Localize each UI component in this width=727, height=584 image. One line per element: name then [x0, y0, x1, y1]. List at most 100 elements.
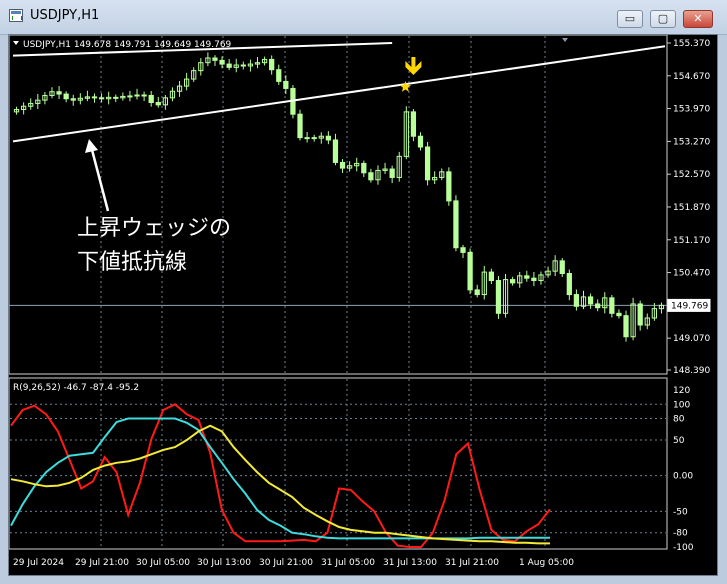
candle-body-bear — [417, 135, 424, 148]
candle-body-bear — [113, 96, 119, 99]
indicator-tick-label: 0.00 — [673, 472, 693, 482]
price-tick-label: 148.390 — [673, 366, 710, 376]
candle-body-bear — [474, 289, 480, 296]
candle-body-bear — [389, 168, 395, 178]
candle-body-bear — [424, 146, 431, 181]
candle-body-bear — [595, 303, 601, 309]
main-panel-border — [9, 35, 668, 375]
candle-body-bear — [283, 80, 289, 89]
candle-body-bear — [70, 98, 76, 101]
candle-body-bull — [127, 95, 133, 98]
price-tick-label: 151.170 — [673, 236, 710, 246]
indicator-tick-label: -80 — [673, 529, 688, 539]
indicator-tick-label: 120 — [673, 386, 690, 396]
annotation-arrow — [89, 145, 110, 212]
candle-body-bear — [453, 200, 459, 249]
candle-body-bear — [148, 94, 154, 103]
candle-body-bear — [276, 69, 282, 82]
candle-body-bear — [63, 93, 69, 100]
price-chart[interactable]: 155.370 154.670 153.970 153.270 152.570 151.8… — [9, 35, 717, 575]
annotation-line-1: 上昇ウェッジの — [77, 216, 231, 241]
current-price-tag: 149.769 — [667, 298, 711, 312]
shift-marker-icon[interactable] — [562, 38, 568, 42]
time-axis: 29 Jul 2024 29 Jul 21:00 30 Jul 05:00 30 Ju… — [13, 558, 574, 568]
candle-body-bear — [212, 57, 218, 61]
candle-body-bear — [495, 280, 502, 314]
wedge-lower-trendline[interactable] — [12, 45, 666, 143]
annotation-arrowhead — [85, 139, 98, 153]
minimize-button[interactable]: ▭ — [617, 10, 643, 28]
candle-body-bear — [410, 111, 417, 137]
time-tick-label: 30 Jul 21:00 — [259, 558, 313, 568]
price-tick-label: 153.970 — [673, 105, 710, 115]
candle-body-bear — [155, 101, 161, 106]
candle-body-bear — [559, 260, 565, 274]
candle-body-bear — [524, 275, 530, 279]
indicator-tick-label: -100 — [673, 543, 694, 553]
time-tick-label: 29 Jul 2024 — [13, 558, 64, 568]
candle-body-bear — [332, 139, 339, 163]
candle-body-bear — [269, 58, 275, 71]
window-title: USDJPY,H1 — [30, 8, 100, 23]
app-window: USDJPY,H1 ▭ ▢ ✕ 155.370 154.670 153.970 153… — [0, 0, 727, 584]
candle-body-bear — [91, 96, 98, 99]
price-tick-label: 149.070 — [673, 334, 710, 344]
indicator-grid — [10, 379, 666, 548]
candle-body-bear — [56, 91, 62, 95]
down-arrow-icon — [405, 56, 422, 75]
candle-body-bear — [460, 247, 466, 253]
close-button[interactable]: ✕ — [683, 10, 713, 28]
candle-body-bear — [510, 279, 516, 284]
rsi-line-r26 — [10, 417, 550, 540]
signal-markers — [399, 56, 422, 92]
time-tick-label: 31 Jul 05:00 — [321, 558, 375, 568]
chart-area[interactable]: 155.370 154.670 153.970 153.270 152.570 151.8… — [8, 34, 718, 576]
candle-body-bear — [339, 161, 346, 169]
title-bar[interactable]: USDJPY,H1 ▭ ▢ ✕ — [0, 0, 727, 35]
candle-body-bear — [226, 63, 232, 68]
main-grid — [100, 36, 546, 373]
candle-body-bull — [134, 94, 140, 97]
candle-body-bear — [219, 59, 225, 65]
indicator-axis: 120 100 80 50 0.00 -50 -80 -100 — [673, 386, 694, 553]
price-tick-label: 154.670 — [673, 72, 710, 82]
candle-body-bear — [488, 271, 494, 282]
candle-body-bear — [141, 94, 147, 97]
price-tick-label: 150.470 — [673, 269, 710, 279]
time-tick-label: 31 Jul 13:00 — [383, 558, 437, 568]
candle-body-bear — [531, 277, 537, 282]
indicator-tick-label: 80 — [673, 415, 685, 425]
candle-body-bear — [566, 272, 572, 296]
candle-body-bear — [297, 113, 303, 139]
time-tick-label: 31 Jul 21:00 — [445, 558, 499, 568]
candle-body-bear — [240, 64, 246, 67]
indicator-tick-label: 100 — [673, 400, 690, 410]
time-tick-label: 30 Jul 13:00 — [197, 558, 251, 568]
candle-body-bear — [616, 312, 622, 317]
current-price-label: 149.769 — [671, 301, 708, 311]
candle-body-bear — [311, 137, 317, 140]
info-dropdown-icon[interactable] — [13, 41, 19, 45]
price-tick-label: 153.270 — [673, 137, 710, 147]
candle-body-bear — [98, 97, 105, 100]
price-axis: 155.370 154.670 153.970 153.270 152.570 151.8… — [667, 39, 710, 376]
indicator-info-text: R(9,26,52) -46.7 -87.4 -95.2 — [13, 383, 139, 393]
main-info-text: USDJPY,H1 149.678 149.791 149.649 149.76… — [23, 40, 232, 50]
price-tick-label: 151.870 — [673, 203, 710, 213]
maximize-button[interactable]: ▢ — [650, 10, 676, 28]
candle-body-bear — [587, 296, 594, 305]
candle-body-bear — [609, 297, 615, 314]
indicator-tick-label: 50 — [673, 436, 685, 446]
candle-body-bear — [467, 251, 473, 291]
candle-body-bear — [623, 315, 629, 338]
candle-body-bear — [361, 162, 367, 174]
price-tick-label: 152.570 — [673, 170, 710, 180]
indicator-tick-label: -50 — [673, 507, 688, 517]
candle-body-bear — [368, 172, 374, 181]
candlestick-series — [13, 52, 665, 342]
candle-body-bear — [446, 171, 452, 202]
annotation-line-2: 下値抵抗線 — [77, 250, 187, 275]
candle-body-bull — [304, 137, 310, 140]
time-tick-label: 1 Aug 05:00 — [519, 558, 574, 568]
candle-body-bear — [637, 303, 643, 326]
